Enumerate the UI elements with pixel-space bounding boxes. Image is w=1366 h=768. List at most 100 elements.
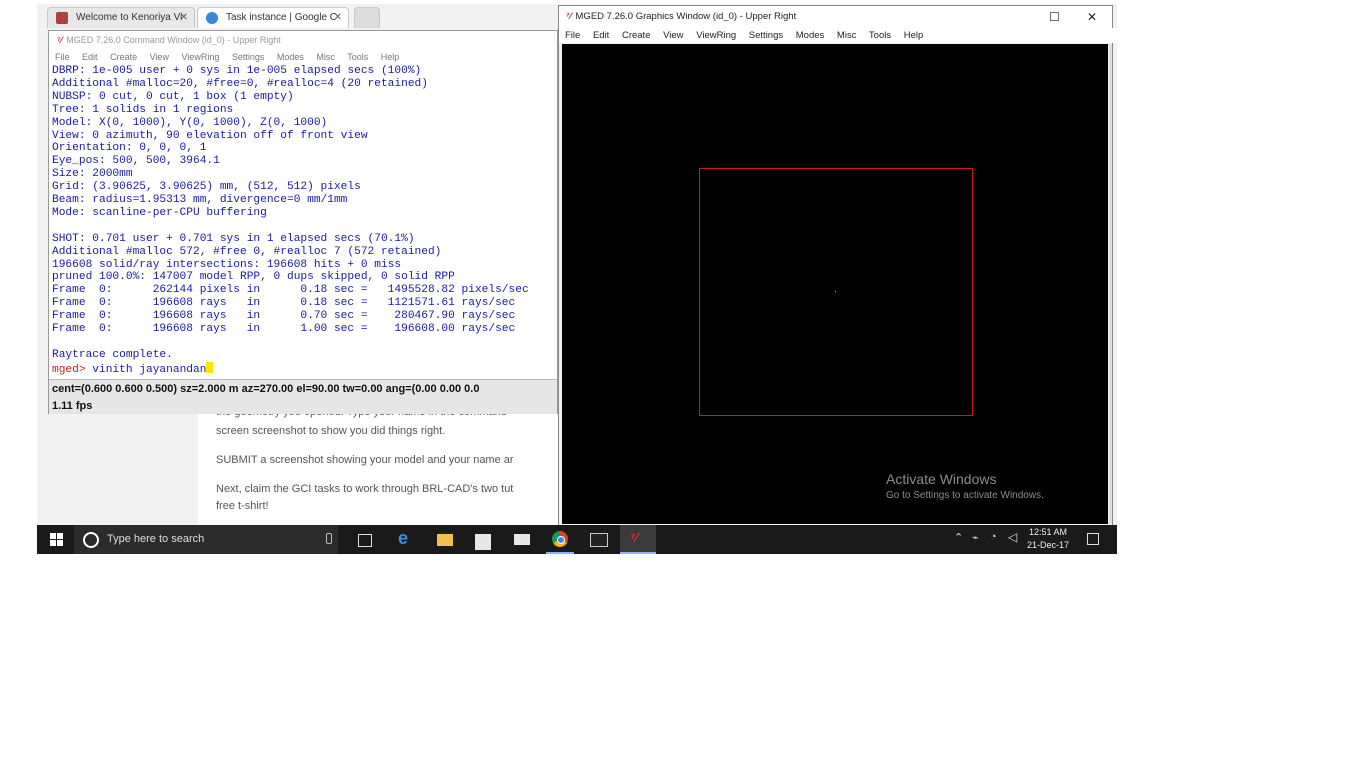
output-line: View: 0 azimuth, 90 elevation off of fro… [52,129,368,142]
output-line: Frame 0: 262144 pixels in 0.18 sec = 149… [52,284,529,297]
menu-modes[interactable]: Modes [796,30,825,41]
graphics-scrollbar[interactable] [1109,44,1112,524]
activate-windows-subtitle: Go to Settings to activate Windows. [886,490,1044,501]
text-cursor [206,361,214,373]
menu-viewring[interactable]: ViewRing [181,52,219,62]
clock-time[interactable]: 12:51 AM [1029,527,1067,537]
mged-logo-icon: ⁷⁄ [566,11,572,22]
mged-taskbar-button[interactable]: ⁷⁄ [620,525,656,554]
window-title-bar: ⁷⁄ MGED 7.26.0 Command Window (id_0) - Up… [49,31,557,49]
output-line: pruned 100.0%: 147007 model RPP, 0 dups … [52,271,455,284]
terminal-app-icon[interactable] [590,533,608,547]
mail-icon[interactable] [514,534,530,545]
menu-settings[interactable]: Settings [232,52,265,62]
output-line: Raytrace complete. [52,348,173,361]
task-view-icon[interactable] [358,534,372,547]
fps-readout: 1.11 fps [52,400,93,412]
command-input-text[interactable]: vinith jayanandan [86,364,206,376]
mged-command-window: ⁷⁄ MGED 7.26.0 Command Window (id_0) - Up… [48,30,558,414]
microphone-icon[interactable] [326,533,332,544]
mged-logo-icon: ⁷⁄ [630,530,638,545]
window-title: MGED 7.26.0 Command Window (id_0) - Uppe… [66,35,281,45]
output-line: 196608 solid/ray intersections: 196608 h… [52,258,402,271]
model-wireframe-box [699,168,973,416]
menu-help[interactable]: Help [381,52,400,62]
show-hidden-icons[interactable]: ⌃ [954,531,963,544]
mged-active-indicator [620,552,656,554]
chrome-active-indicator [546,552,574,554]
notification-center-icon[interactable] [1087,533,1099,545]
menu-view[interactable]: View [663,30,683,41]
menu-tools[interactable]: Tools [347,52,368,62]
windows-start-icon[interactable] [50,533,63,546]
output-line: Additional #malloc=20, #free=0, #realloc… [52,77,428,90]
menu-view[interactable]: View [150,52,169,62]
graphics-title-bar: ⁷⁄ MGED 7.26.0 Graphics Window (id_0) - U… [559,6,1112,28]
activate-windows-title: Activate Windows [886,471,997,487]
menu-misc[interactable]: Misc [316,52,335,62]
menu-edit[interactable]: Edit [82,52,98,62]
tab-label: Task instance | Google C [226,12,337,23]
menu-settings[interactable]: Settings [749,30,783,41]
maximize-button[interactable]: ☐ [1049,6,1060,28]
close-tab-icon[interactable]: ✕ [334,8,342,28]
output-line: Mode: scanline-per-CPU buffering [52,206,267,219]
store-icon[interactable] [475,531,491,550]
page-text: free t-shirt! [216,500,269,512]
page-text: screen screenshot to show you did things… [216,425,446,437]
output-line: Frame 0: 196608 rays in 1.00 sec = 19660… [52,323,516,336]
output-line: Additional #malloc 572, #free 0, #reallo… [52,245,442,258]
output-line: Orientation: 0, 0, 0, 1 [52,142,207,155]
tab-label: Welcome to Kenoriya Vi [76,12,183,23]
mged-prompt: mged> [52,363,86,376]
edge-browser-icon[interactable]: e [398,528,414,548]
chrome-icon[interactable] [552,531,568,547]
menu-create[interactable]: Create [622,30,651,41]
browser-tab-task-instance[interactable]: Task instance | Google C ✕ [197,7,349,28]
cortana-search-icon [83,532,99,548]
menu-create[interactable]: Create [110,52,137,62]
gear-favicon-icon [206,12,218,24]
window-title: MGED 7.26.0 Graphics Window (id_0) - Upp… [575,11,797,22]
graphics-menu-bar: File Edit Create View ViewRing Settings … [559,28,1118,43]
menu-viewring[interactable]: ViewRing [696,30,736,41]
output-line: NUBSP: 0 cut, 0 cut, 1 box (1 empty) [52,90,294,103]
output-line: Frame 0: 196608 rays in 0.70 sec = 28046… [52,310,516,323]
browser-tab-welcome[interactable]: Welcome to Kenoriya Vi ✕ [47,7,195,28]
menu-tools[interactable]: Tools [869,30,891,41]
output-line: Grid: (3.90625, 3.90625) mm, (512, 512) … [52,181,361,194]
command-output[interactable]: DBRP: 1e-005 user + 0 sys in 1e-005 elap… [52,65,556,377]
output-line: Model: X(0, 1000), Y(0, 1000), Z(0, 1000… [52,116,328,129]
menu-edit[interactable]: Edit [593,30,609,41]
command-menu-bar: File Edit Create View ViewRing Settings … [49,49,563,65]
menu-file[interactable]: File [565,30,580,41]
output-line: Tree: 1 solids in 1 regions [52,103,234,116]
command-status-bar: cent=(0.600 0.600 0.500) sz=2.000 m az=2… [49,379,557,414]
close-button[interactable]: ✕ [1087,6,1097,28]
wifi-icon[interactable]: ◔ [990,531,997,543]
mged-graphics-window: ⁷⁄ MGED 7.26.0 Graphics Window (id_0) - U… [558,5,1118,526]
close-tab-icon[interactable]: ✕ [180,8,188,28]
menu-modes[interactable]: Modes [277,52,304,62]
output-line: Eye_pos: 500, 500, 3964.1 [52,155,220,168]
graphics-viewport[interactable]: Activate Windows Go to Settings to activ… [562,44,1108,524]
windows-taskbar: Type here to search e ⁷⁄ ⌃ ⌁ ◔ ◁ 12:51 A… [37,525,1117,554]
output-line: Frame 0: 196608 rays in 0.18 sec = 11215… [52,297,516,310]
network-icon[interactable]: ⌁ [972,531,979,544]
new-tab-button[interactable] [354,7,380,28]
center-dot [835,291,836,292]
clock-date[interactable]: 21-Dec-17 [1027,540,1069,550]
volume-icon[interactable]: ◁ [1008,530,1017,544]
command-line[interactable]: mged> vinith jayanandan [52,361,556,377]
view-status-line: cent=(0.600 0.600 0.500) sz=2.000 m az=2… [52,383,480,395]
page-text: Next, claim the GCI tasks to work throug… [216,483,514,495]
mged-logo-icon: ⁷⁄ [57,35,63,45]
file-explorer-icon[interactable] [437,534,453,546]
menu-misc[interactable]: Misc [837,30,857,41]
page-text: SUBMIT a screenshot showing your model a… [216,454,514,466]
site-favicon-icon [56,12,68,24]
menu-file[interactable]: File [55,52,70,62]
taskbar-search-box[interactable]: Type here to search [74,525,338,554]
menu-help[interactable]: Help [904,30,924,41]
